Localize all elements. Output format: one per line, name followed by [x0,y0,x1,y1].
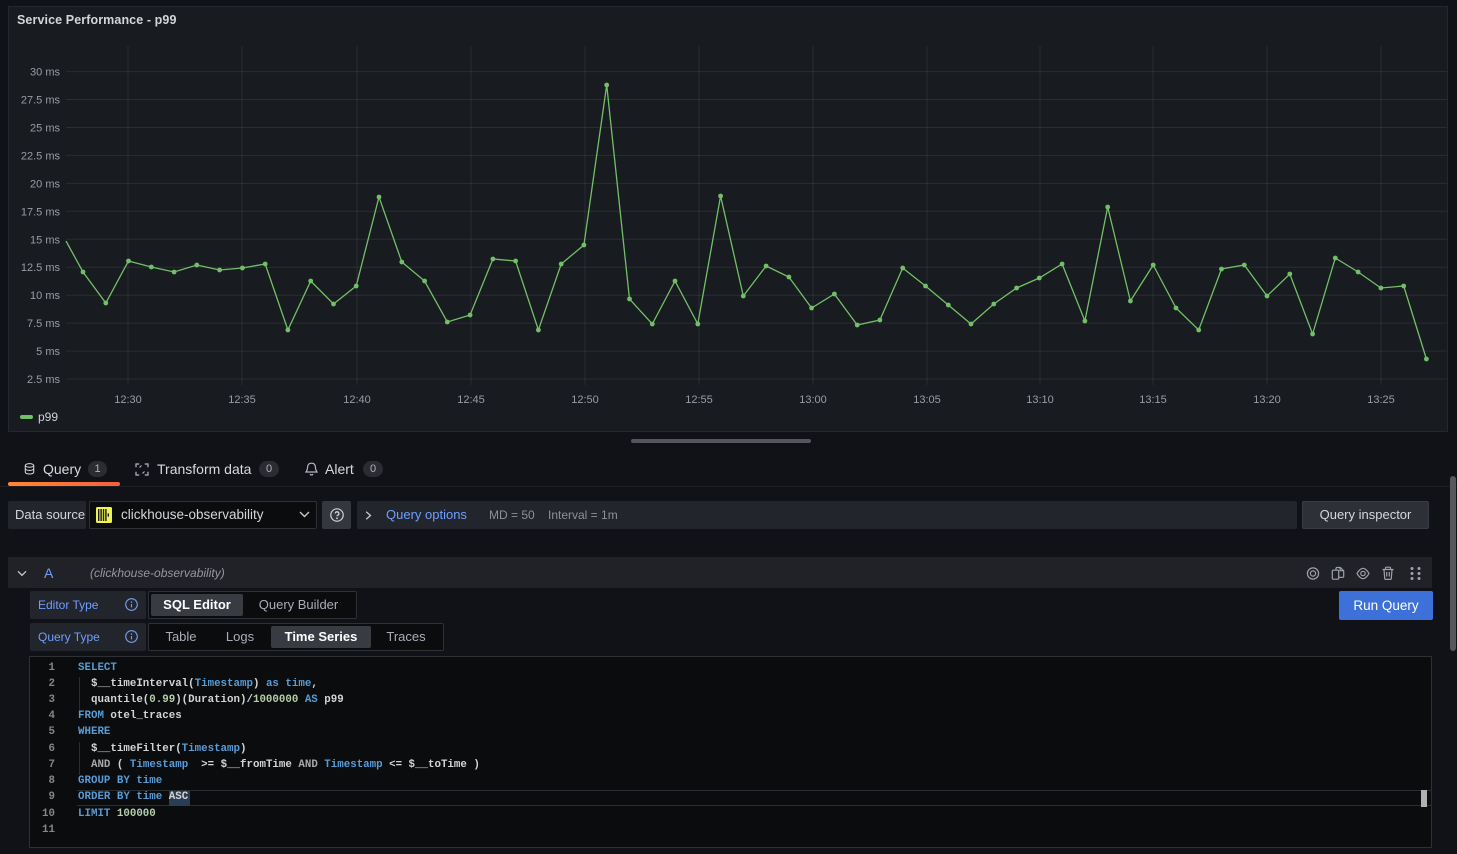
svg-text:25 ms: 25 ms [30,123,60,135]
svg-text:13:25: 13:25 [1367,394,1395,406]
svg-text:13:00: 13:00 [799,394,827,406]
svg-text:2.5 ms: 2.5 ms [27,374,61,386]
svg-text:13:20: 13:20 [1253,394,1281,406]
svg-text:5 ms: 5 ms [36,346,60,358]
svg-text:12.5 ms: 12.5 ms [21,262,61,274]
svg-text:12:50: 12:50 [571,394,599,406]
svg-text:13:05: 13:05 [913,394,941,406]
svg-text:12:30: 12:30 [114,394,142,406]
svg-text:12:40: 12:40 [343,394,371,406]
svg-text:13:10: 13:10 [1026,394,1054,406]
svg-text:10 ms: 10 ms [30,290,60,302]
svg-text:12:45: 12:45 [457,394,485,406]
svg-text:30 ms: 30 ms [30,67,60,79]
svg-text:13:15: 13:15 [1139,394,1167,406]
svg-text:20 ms: 20 ms [30,178,60,190]
svg-text:7.5 ms: 7.5 ms [27,318,61,330]
svg-text:22.5 ms: 22.5 ms [21,150,61,162]
svg-text:15 ms: 15 ms [30,234,60,246]
svg-text:17.5 ms: 17.5 ms [21,206,61,218]
svg-text:27.5 ms: 27.5 ms [21,95,61,107]
svg-text:12:55: 12:55 [685,394,713,406]
svg-text:12:35: 12:35 [228,394,256,406]
